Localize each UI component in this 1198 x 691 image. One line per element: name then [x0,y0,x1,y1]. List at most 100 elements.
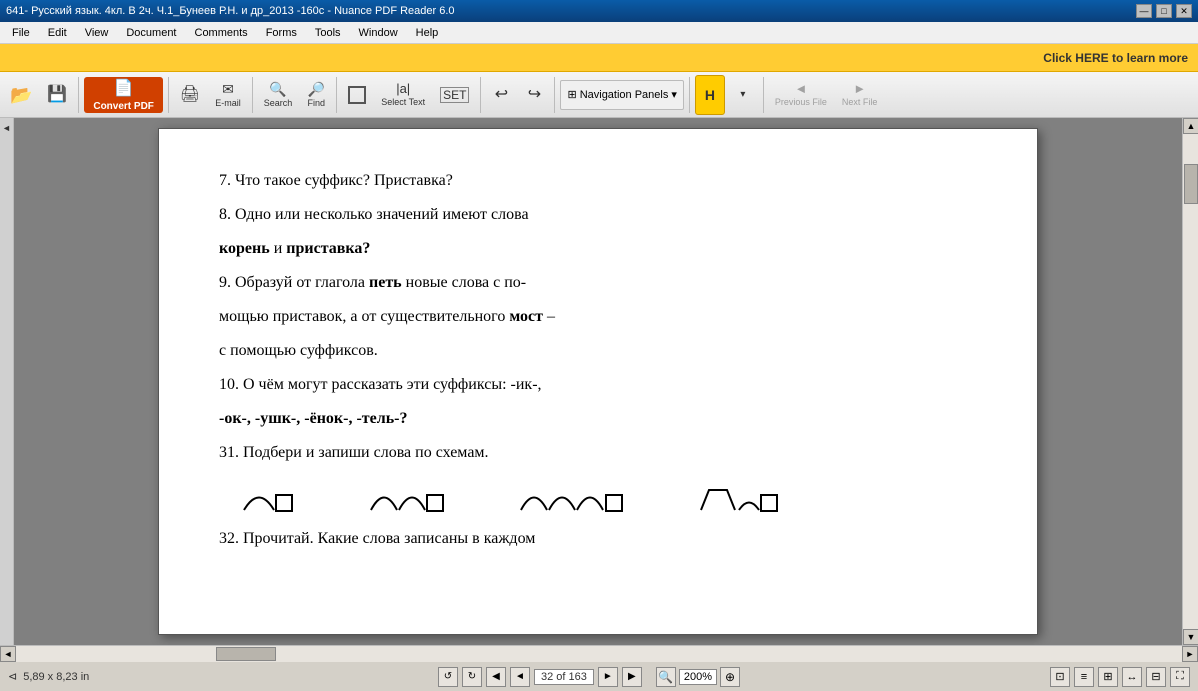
redo-icon: ↪ [528,87,541,103]
print-button[interactable]: 🖨 [174,75,206,115]
ad-text: Click HERE to learn more [1043,51,1188,65]
pdf-text-i: и [274,240,287,257]
convert-pdf-icon: 📄 [114,78,134,98]
save-icon: 💾 [47,87,67,103]
nav-first-page[interactable]: ◀ [486,667,506,687]
dimensions-icon: ⊲ [8,670,17,683]
pdf-text-8a: 8. Одно или несколько значений имеют сло… [219,206,529,223]
frame-icon [348,86,366,104]
pdf-text-9cont: новые слова с по- [402,274,527,291]
find-button[interactable]: 🔎 Find [301,75,331,115]
menu-comments[interactable]: Comments [187,25,256,41]
separator-7 [689,77,690,113]
find-label: Find [308,98,326,108]
view-single-page[interactable]: ⊡ [1050,667,1070,687]
select-text-label: Select Text [381,97,425,107]
undo-button[interactable]: ↩ [486,75,516,115]
word-schemas [219,475,977,515]
next-file-button[interactable]: ► Next File [836,75,884,115]
separator-3 [252,77,253,113]
page-dimensions: 5,89 x 8,23 in [23,671,89,683]
schema-1 [239,475,309,515]
menu-document[interactable]: Document [118,25,184,41]
ad-bar[interactable]: Click HERE to learn more [0,44,1198,72]
pdf-text-7: 7. Что такое суффикс? Приставка? [219,172,453,189]
nav-rotate-left[interactable]: ↺ [438,667,458,687]
nav-panels-button[interactable]: ⊞ Navigation Panels ▾ [560,80,683,110]
page-current-num: 32 [541,671,553,683]
separator-4 [336,77,337,113]
pdf-line-9c: с помощью суффиксов. [219,339,977,363]
prev-file-button[interactable]: ◄ Previous File [769,75,833,115]
close-button[interactable]: ✕ [1176,4,1192,18]
hscroll-right-button[interactable]: ► [1182,646,1198,662]
menu-file[interactable]: File [4,25,38,41]
search-button[interactable]: 🔍 Search [258,75,299,115]
menu-tools[interactable]: Tools [307,25,349,41]
pdf-line-31: 31. Подбери и запиши слова по схемам. [219,441,977,465]
minimize-button[interactable]: — [1136,4,1152,18]
view-buttons: ⊡ ≡ ⊞ ↔ ⊟ ⛶ [1050,667,1190,687]
pdf-text-10b: -ок-, -ушк-, -ёнок-, -тель-? [219,410,408,427]
zoom-in-button[interactable]: ⊕ [720,667,740,687]
schema-3 [519,475,639,515]
menu-help[interactable]: Help [408,25,447,41]
menu-window[interactable]: Window [351,25,406,41]
email-icon: ✉ [222,82,234,96]
nav-rotate-right[interactable]: ↻ [462,667,482,687]
hscroll-track[interactable] [16,646,1182,662]
pdf-text-31: 31. Подбери и запиши слова по схемам. [219,444,489,461]
separator-2 [168,77,169,113]
convert-pdf-button[interactable]: 📄 Convert PDF [84,77,163,113]
pdf-text-10a: 10. О чём могут рассказать эти суффиксы:… [219,376,542,393]
scroll-track[interactable] [1183,134,1198,629]
separator-1 [78,77,79,113]
main-area: ◄ 7. Что такое суффикс? Приставка? 8. Од… [0,118,1198,645]
pdf-text-9b: мощью приставок, а от существительного [219,308,509,325]
zoom-controls: 🔍 200% ⊕ [656,667,740,687]
nav-prev-page[interactable]: ◄ [510,667,530,687]
view-fullscreen[interactable]: ⛶ [1170,667,1190,687]
pdf-line-7: 7. Что такое суффикс? Приставка? [219,169,977,193]
next-file-icon: ► [853,82,866,95]
left-panel: ◄ [0,118,14,645]
open-button[interactable]: 📂 [4,75,38,115]
pdf-text-pet: петь [369,274,402,291]
highlight-icon: H [705,87,715,103]
highlight-button[interactable]: H [695,75,725,115]
view-thumbnails[interactable]: ⊟ [1146,667,1166,687]
pdf-text-most: мост [509,308,543,325]
search-label: Search [264,98,293,108]
scroll-thumb[interactable] [1184,164,1198,204]
nav-last-page[interactable]: ▶ [622,667,642,687]
separator-8 [763,77,764,113]
email-button[interactable]: ✉ E-mail [209,75,247,115]
menu-forms[interactable]: Forms [258,25,305,41]
view-two-page[interactable]: ⊞ [1098,667,1118,687]
pdf-text-dash: – [543,308,555,325]
maximize-button[interactable]: □ [1156,4,1172,18]
zoom-out-button[interactable]: 🔍 [656,667,676,687]
pdf-text-9a: 9. Образуй от глагола [219,274,369,291]
nav-next-page[interactable]: ► [598,667,618,687]
view-fit-width[interactable]: ↔ [1122,667,1142,687]
set-button[interactable]: SET [434,75,475,115]
pdf-text-pristavka: приставка? [286,240,370,257]
save-button[interactable]: 💾 [41,75,73,115]
redo-button[interactable]: ↪ [519,75,549,115]
hscroll-left-button[interactable]: ◄ [0,646,16,662]
search-icon: 🔍 [269,82,286,96]
select-text-button[interactable]: |a| Select Text [375,75,431,115]
menu-edit[interactable]: Edit [40,25,75,41]
hscroll-thumb[interactable] [216,647,276,661]
scroll-down-button[interactable]: ▼ [1183,629,1198,645]
toolbar: 📂 💾 📄 Convert PDF 🖨 ✉ E-mail 🔍 Search 🔎 … [0,72,1198,118]
view-continuous[interactable]: ≡ [1074,667,1094,687]
left-panel-expand[interactable]: ◄ [1,122,13,134]
menu-view[interactable]: View [77,25,117,41]
frame-select-button[interactable] [342,75,372,115]
pdf-text-9c: с помощью суффиксов. [219,342,378,359]
highlight-dropdown[interactable]: ▾ [728,75,758,115]
scroll-up-button[interactable]: ▲ [1183,118,1198,134]
prev-file-icon: ◄ [794,82,807,95]
